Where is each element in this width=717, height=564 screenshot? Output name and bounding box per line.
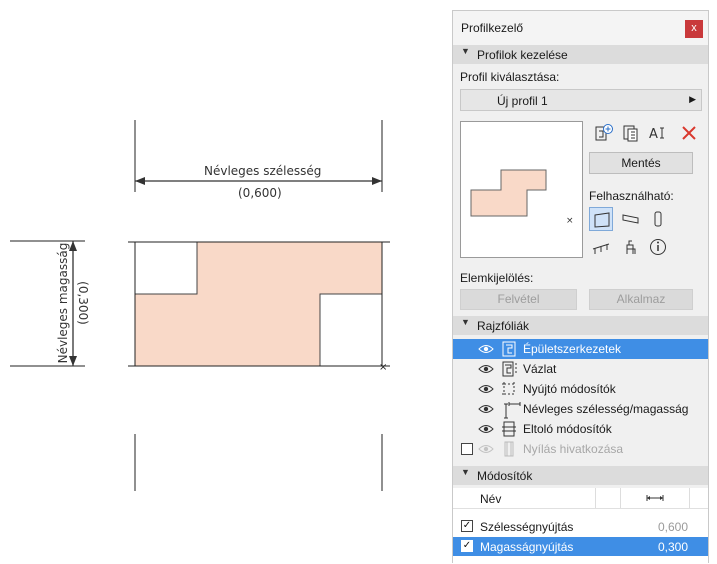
svg-text:×: × — [379, 362, 387, 373]
layer-row-opening-reference[interactable]: Nyílás hivatkozása — [453, 439, 708, 459]
column-usage-icon[interactable] — [646, 207, 670, 231]
profile-shape — [134, 241, 383, 367]
eye-icon[interactable] — [478, 384, 494, 394]
railing-usage-icon[interactable] — [589, 235, 613, 259]
eye-icon[interactable] — [478, 424, 494, 434]
profile-dropdown[interactable]: Új profil 1 ▶ — [460, 89, 702, 111]
structure-layer-icon — [502, 341, 516, 357]
delete-icon[interactable] — [677, 121, 701, 145]
profile-manager-panel: Profilkezelő x ▼ Profilok kezelése Profi… — [452, 10, 709, 564]
modifier-row-height[interactable]: ✓ Magasságnyújtás 0,300 — [453, 537, 708, 556]
beam-usage-icon[interactable] — [619, 207, 643, 231]
layer-row-structures[interactable]: Épületszerkezetek — [453, 339, 708, 359]
object-usage-icon[interactable] — [619, 235, 643, 259]
width-column-icon[interactable] — [646, 494, 664, 502]
layer-row-nominal-size[interactable]: Névleges szélesség/magasság — [453, 399, 708, 419]
offset-modifier-icon — [502, 421, 516, 437]
width-value: (0,600) — [238, 186, 282, 200]
element-select-label: Elemkijelölés: — [460, 271, 534, 285]
eye-icon[interactable] — [478, 364, 494, 374]
collapse-arrow-icon: ▼ — [461, 46, 470, 56]
duplicate-profile-icon[interactable] — [619, 121, 643, 145]
stretch-modifier-icon — [502, 382, 515, 395]
eye-icon[interactable] — [478, 344, 494, 354]
section-profile-management[interactable]: ▼ Profilok kezelése — [453, 45, 708, 64]
height-value: (0,300) — [76, 281, 90, 325]
rename-icon[interactable]: A — [646, 121, 670, 145]
modifier-row-width[interactable]: ✓ Szélességnyújtás 0,600 — [453, 517, 708, 536]
modifier-checkbox[interactable]: ✓ — [461, 540, 473, 552]
opening-reference-icon — [504, 441, 514, 457]
height-label: Névleges magasság — [56, 242, 70, 364]
pick-button[interactable]: Felvétel — [460, 289, 577, 310]
drawing-canvas[interactable]: × Névleges szélesség (0,600) Névleges ma… — [0, 0, 452, 563]
modifiers-table-header: Név — [453, 488, 708, 509]
sketch-layer-icon — [502, 361, 517, 377]
modifiers-table: Név ✓ Szélességnyújtás 0,600 ✓ Magasságn… — [453, 488, 708, 564]
save-button[interactable]: Mentés — [589, 152, 693, 174]
wall-usage-icon[interactable] — [589, 207, 613, 231]
apply-button[interactable]: Alkalmaz — [589, 289, 693, 310]
svg-text:×: × — [566, 216, 574, 226]
svg-text:A: A — [649, 127, 658, 142]
panel-titlebar[interactable]: Profilkezelő x — [453, 11, 708, 45]
section-modifiers[interactable]: ▼ Módosítók — [453, 466, 708, 485]
profile-preview: × — [460, 121, 583, 258]
panel-title: Profilkezelő — [461, 21, 524, 35]
close-button[interactable]: x — [685, 20, 703, 38]
profile-preview-shape: × — [470, 169, 574, 226]
nominal-size-icon — [504, 402, 521, 419]
modifier-checkbox[interactable]: ✓ — [461, 520, 473, 532]
collapse-arrow-icon: ▼ — [461, 317, 470, 327]
name-column-header[interactable]: Név — [480, 492, 501, 506]
eye-icon[interactable] — [478, 404, 494, 414]
usable-label: Felhasználható: — [589, 189, 674, 203]
eye-icon[interactable] — [478, 444, 494, 454]
section-layers[interactable]: ▼ Rajzfóliák — [453, 316, 708, 335]
chevron-right-icon: ▶ — [689, 94, 696, 104]
width-label: Névleges szélesség — [204, 164, 322, 178]
profile-dropdown-value: Új profil 1 — [497, 94, 548, 108]
new-profile-icon[interactable] — [592, 121, 616, 145]
layer-row-offset-modifiers[interactable]: Eltoló módosítók — [453, 419, 708, 439]
layer-row-sketch[interactable]: Vázlat — [453, 359, 708, 379]
select-profile-label: Profil kiválasztása: — [460, 70, 560, 84]
collapse-arrow-icon: ▼ — [461, 467, 470, 477]
layer-visibility-checkbox[interactable] — [461, 443, 473, 455]
layer-row-stretch-modifiers[interactable]: Nyújtó módosítók — [453, 379, 708, 399]
info-icon[interactable] — [646, 235, 670, 259]
